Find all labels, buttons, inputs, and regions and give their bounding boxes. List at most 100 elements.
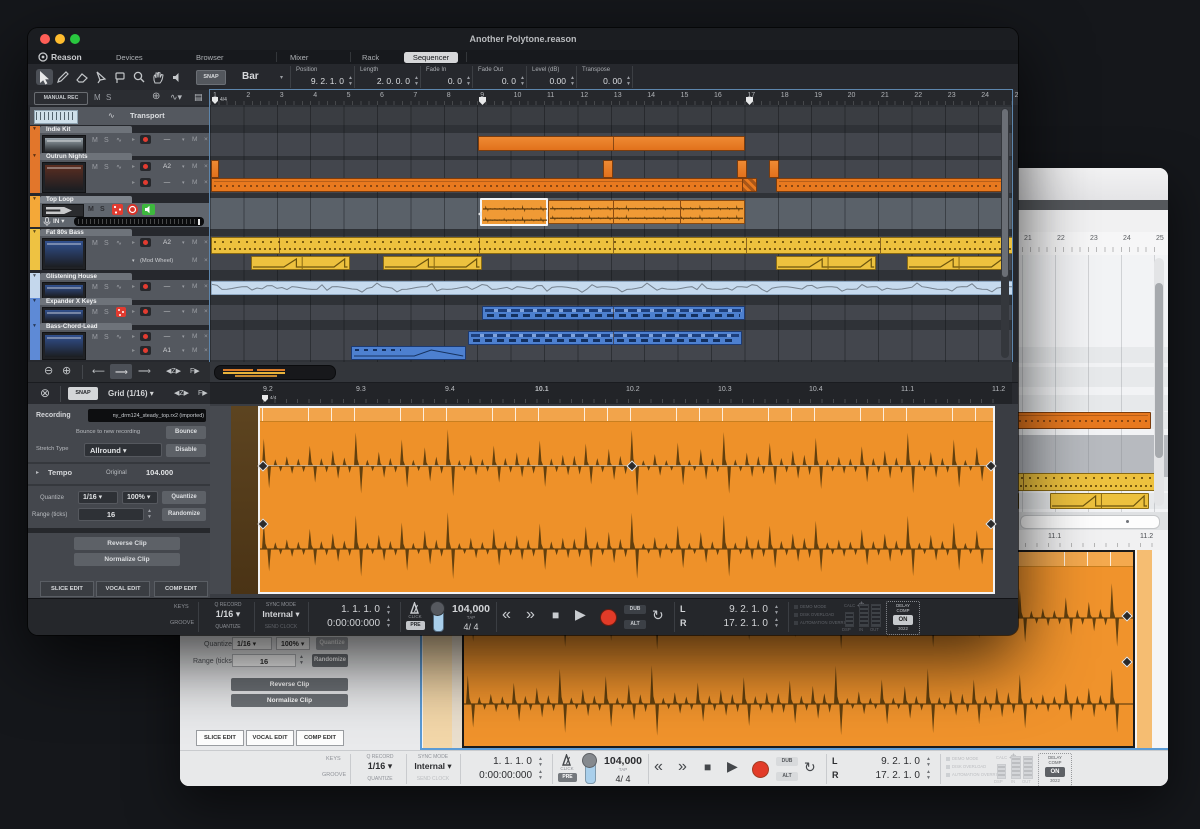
quantize-amount-combo[interactable]: 100% ▾ (276, 637, 310, 650)
stepper-down-icon[interactable]: ▼ (626, 82, 631, 87)
edit-ruler[interactable]: 9.29.39.410.110.210.310.411.111.24/4 (210, 383, 1012, 405)
tab-devices[interactable]: Devices (116, 54, 143, 62)
stepper-down-icon[interactable]: ▼ (538, 776, 543, 781)
arrange-overview-scrollbar[interactable] (214, 365, 336, 380)
close-edit-icon[interactable]: ⊗ (40, 387, 50, 399)
edit-mode-tab[interactable]: SLICE EDIT (40, 581, 94, 597)
clip-bass-chord-lead[interactable] (351, 346, 466, 360)
stepper-down-icon[interactable]: ▼ (774, 611, 779, 616)
zoom-in-icon[interactable]: ⊕ (62, 366, 71, 377)
tab-browser[interactable]: Browser (196, 54, 224, 62)
speaker-tool-icon[interactable] (169, 69, 186, 85)
grid-mode-select[interactable]: Bar (242, 72, 259, 82)
stepper[interactable]: ▲▼ (774, 605, 783, 616)
randomize-button[interactable]: Randomize (312, 654, 348, 667)
pre-button[interactable]: PRE (406, 621, 425, 630)
click-level-knob[interactable] (430, 601, 445, 616)
stepper[interactable]: ▲▼ (299, 655, 308, 666)
click-level-knob[interactable] (582, 753, 597, 768)
stepper-down-icon[interactable]: ▼ (466, 82, 471, 87)
stop-button[interactable]: ■ (552, 609, 559, 621)
stepper[interactable]: ▲▼ (520, 76, 529, 87)
stepper[interactable]: ▲▼ (386, 618, 395, 629)
clip-fat-80s-bass[interactable] (776, 256, 876, 270)
record-button[interactable] (752, 761, 769, 778)
clip-fat-80s-bass[interactable] (211, 237, 1012, 254)
stepper[interactable]: ▲▼ (386, 605, 395, 616)
normalize-clip-button[interactable]: Normalize Clip (231, 694, 348, 707)
lane-record-icon[interactable] (140, 135, 151, 144)
stepper[interactable]: ▲▼ (147, 509, 156, 520)
track-fold-icon[interactable]: ▼ (32, 230, 37, 235)
monitor-icon[interactable] (142, 204, 155, 215)
track-row-top-loop[interactable]: MSIN ▾ (40, 203, 210, 227)
manual-rec-button[interactable]: MANUAL REC (34, 92, 88, 105)
bg-vscroll-thumb[interactable] (1155, 283, 1163, 458)
lane-record-icon[interactable] (140, 162, 151, 171)
lanes-icon[interactable]: ▤ (194, 93, 203, 102)
add-track-icon[interactable]: ⊕ (152, 92, 160, 102)
select-tool-icon[interactable] (36, 69, 53, 85)
fast-forward-button[interactable]: » (678, 759, 687, 775)
alt-button[interactable]: ALT (624, 620, 646, 629)
stepper[interactable]: ▲▼ (348, 76, 357, 87)
q-record-value[interactable]: 1/16 ▾ (356, 762, 404, 771)
edit-grid-select[interactable]: Grid (1/16) ▾ (108, 390, 154, 398)
track-fold-icon[interactable]: ▼ (32, 197, 37, 202)
quantize-button[interactable]: Quantize (316, 637, 348, 650)
play-button[interactable]: ▶ (575, 607, 586, 621)
arrange-area[interactable] (210, 105, 1012, 362)
stepper-down-icon[interactable]: ▼ (348, 82, 353, 87)
disable-button[interactable]: Disable (166, 444, 206, 457)
tab-mixer[interactable]: Mixer (290, 54, 308, 62)
stepper[interactable]: ▲▼ (774, 618, 783, 629)
quantize-amount-combo[interactable]: 100% ▾ (122, 491, 158, 504)
edit-mode-tab[interactable]: SLICE EDIT (196, 730, 244, 746)
nav-back-icon[interactable]: ⟵ (92, 367, 105, 376)
clip-fat-80s-bass[interactable] (383, 256, 482, 270)
bounce-button[interactable]: Bounce (166, 426, 206, 439)
edit-mode-tab[interactable]: COMP EDIT (154, 581, 208, 597)
stepper-down-icon[interactable]: ▼ (386, 611, 391, 616)
clip-fat-80s-bass[interactable] (907, 256, 1007, 270)
reverse-clip-button[interactable]: Reverse Clip (231, 678, 348, 691)
reason-window-front[interactable]: Another Polytone.reasonReasonDevicesBrow… (28, 28, 1018, 635)
stepper[interactable]: ▲▼ (570, 76, 579, 87)
stepper[interactable]: ▲▼ (466, 76, 475, 87)
stepper-down-icon[interactable]: ▼ (926, 776, 931, 781)
track-row-fat-80s-bass[interactable]: MS∿▸A2▾M×▾(Mod Wheel)M× (40, 236, 210, 270)
track-row-outrun-nights[interactable]: MS∿▸A2▾M×▸—▾M× (40, 160, 210, 193)
clip-expander-x-keys[interactable] (482, 306, 746, 320)
stepper[interactable]: ▲▼ (626, 76, 635, 87)
dub-button[interactable]: DUB (624, 605, 646, 614)
track-fold-icon[interactable]: ▼ (32, 324, 37, 329)
edit-mode-tab[interactable]: VOCAL EDIT (96, 581, 150, 597)
rewind-button[interactable]: « (654, 759, 663, 775)
play-button[interactable]: ▶ (727, 759, 738, 773)
dice-icon[interactable] (112, 204, 123, 215)
editor-canvas[interactable] (210, 404, 1018, 598)
stepper-down-icon[interactable]: ▼ (570, 82, 575, 87)
clip-indie-kit[interactable] (478, 136, 745, 151)
clip-outrun-nights[interactable] (776, 178, 1010, 192)
tab-rack[interactable]: Rack (362, 54, 379, 62)
clip-glistening-house[interactable] (211, 281, 1012, 295)
quantize-button[interactable]: Quantize (162, 491, 206, 504)
track-fold-icon[interactable]: ▼ (32, 299, 37, 304)
tab-sequencer[interactable]: Sequencer (404, 52, 458, 63)
track-row-expander-x-keys[interactable]: MS▸—▾M× (40, 305, 210, 325)
delay-comp-on-button[interactable]: ON (1045, 767, 1065, 777)
bg-hscrollbar[interactable] (1020, 515, 1160, 529)
alt-button[interactable]: ALT (776, 772, 798, 781)
stepper-down-icon[interactable]: ▼ (414, 82, 419, 87)
delay-comp-on-button[interactable]: ON (893, 615, 913, 625)
lane-record-icon[interactable] (140, 238, 151, 247)
stepper-down-icon[interactable]: ▼ (147, 515, 152, 520)
magnify-tool-icon[interactable] (131, 69, 148, 85)
stepper-down-icon[interactable]: ▼ (386, 624, 391, 629)
stepper-down-icon[interactable]: ▼ (538, 763, 543, 768)
pre-button[interactable]: PRE (558, 773, 577, 782)
lane-record-icon[interactable] (140, 332, 151, 341)
clip-top-loop[interactable] (480, 198, 549, 226)
track-color-strip[interactable] (30, 229, 40, 270)
